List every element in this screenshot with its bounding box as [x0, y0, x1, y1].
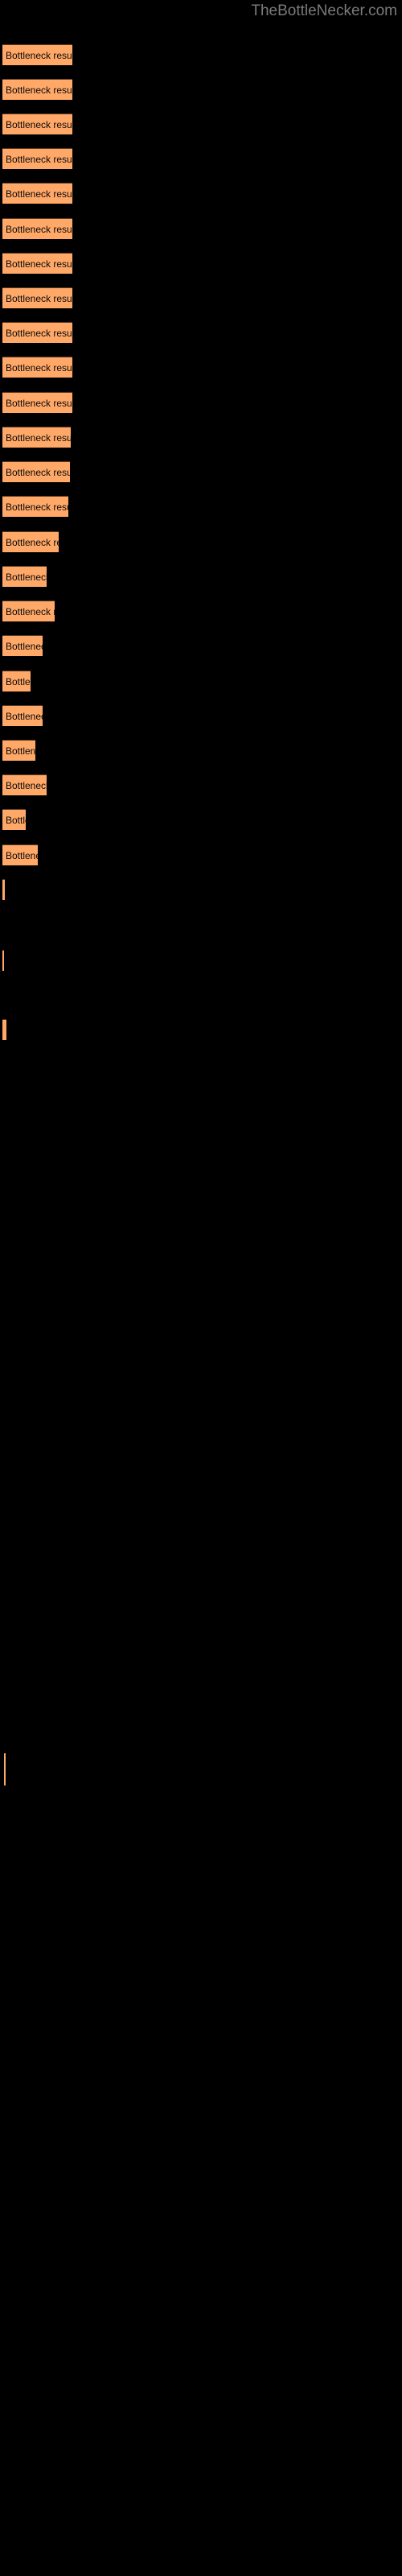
bar-row: Bottleneck result — [0, 322, 402, 343]
bar-bottleneck-result[interactable]: Bottleneck result — [2, 392, 72, 413]
bar-label: Bottleneck result — [6, 85, 72, 96]
bar-bottleneck-result[interactable]: Bottleneck result — [2, 671, 31, 691]
bar-row: Bottleneck result — [0, 183, 402, 204]
bar-row: Bottleneck result — [0, 671, 402, 691]
bar-row: Bottleneck result — [0, 740, 402, 761]
bar-row: Bottleneck result — [0, 809, 402, 830]
bar-label: Bottleneck result — [6, 850, 38, 861]
bar-label: Bottleneck result — [6, 780, 47, 791]
bar-row: Bottleneck result — [0, 844, 402, 865]
bar-bottleneck-result[interactable]: Bottleneck result — [2, 218, 72, 239]
bar-bottleneck-result[interactable]: Bottleneck result — [2, 950, 4, 971]
bar-row: Bottleneck result — [0, 950, 402, 971]
bar-row: Bottleneck result — [0, 114, 402, 134]
bar-label: Bottleneck result — [6, 258, 72, 270]
bar-bottleneck-result[interactable]: Bottleneck result — [2, 844, 38, 865]
bar-bottleneck-result[interactable]: Bottleneck result — [2, 496, 68, 517]
bar-bottleneck-result[interactable]: Bottleneck result — [2, 531, 59, 552]
bar-label: Bottleneck result — [6, 362, 72, 374]
bar-row: Bottleneck result — [0, 287, 402, 308]
bar-label: Bottleneck result — [6, 745, 35, 757]
bar-row: Bottleneck result — [0, 461, 402, 482]
bar-bottleneck-result[interactable]: Bottleneck result — [2, 322, 72, 343]
bar-label: Bottleneck result — [6, 815, 26, 826]
bar-bottleneck-result[interactable]: Bottleneck result — [2, 183, 72, 204]
bar-row: Bottleneck result — [0, 79, 402, 100]
bar-label: Bottleneck result — [6, 641, 43, 652]
bar-bottleneck-result[interactable]: Bottleneck result — [2, 879, 5, 900]
bar-row: Bottleneck result — [0, 357, 402, 378]
bar-row: Bottleneck result — [0, 218, 402, 239]
bar-label: Bottleneck result — [6, 119, 72, 130]
bar-label: Bottleneck result — [6, 467, 70, 478]
bar-bottleneck-result[interactable]: Bottleneck result — [2, 705, 43, 726]
bar-label: Bottleneck result — [6, 293, 72, 304]
bar-row: Bottleneck result — [0, 496, 402, 517]
bar-label: Bottleneck result — [6, 398, 72, 409]
bar-row: Bottleneck result — [0, 635, 402, 656]
bar-label: Bottleneck result — [6, 224, 72, 235]
bar-bottleneck-result[interactable]: Bottleneck result — [2, 148, 72, 169]
bar-row: Bottleneck result — [0, 148, 402, 169]
bar-bottleneck-result[interactable]: Bottleneck result — [2, 114, 72, 134]
bar-row: Bottleneck result — [0, 566, 402, 587]
bar-row: Bottleneck result — [0, 427, 402, 448]
bar-bottleneck-result[interactable]: Bottleneck result — [2, 79, 72, 100]
bar-bottleneck-result[interactable]: Bottleneck result — [2, 287, 72, 308]
bar-bottleneck-result[interactable]: Bottleneck result — [2, 601, 55, 621]
bar-label: Bottleneck result — [6, 711, 43, 722]
bar-bottleneck-result[interactable]: Bottleneck result — [2, 566, 47, 587]
bar-bottleneck-result[interactable]: Bottleneck result — [2, 461, 70, 482]
bar-row: Bottleneck result — [0, 601, 402, 621]
bar-bottleneck-result[interactable]: Bottleneck result — [2, 740, 35, 761]
bar-label: Bottleneck result — [6, 432, 71, 444]
bar-label: Bottleneck result — [6, 328, 72, 339]
bar-label: Bottleneck result — [6, 606, 55, 617]
bar-row: Bottleneck result — [0, 531, 402, 552]
bar-row: Bottleneck result — [0, 44, 402, 65]
bar-bottleneck-result[interactable]: Bottleneck result — [2, 44, 72, 65]
bar-bottleneck-result[interactable]: Bottleneck result — [2, 809, 26, 830]
bar-row: Bottleneck result — [0, 774, 402, 795]
bar-row: Bottleneck result — [0, 879, 402, 900]
bar-label: Bottleneck result — [6, 676, 31, 687]
bar-row: Bottleneck result — [0, 1019, 402, 1040]
bar-bottleneck-result[interactable]: Bottleneck result — [2, 635, 43, 656]
bar-row: Bottleneck result — [0, 253, 402, 274]
bar-row: Bottleneck result — [0, 705, 402, 726]
axis-tick-mark — [4, 1753, 6, 1785]
bottleneck-bar-chart: Bottleneck result Bottleneck result Bottle… — [0, 0, 402, 2576]
bar-bottleneck-result[interactable]: Bottleneck result — [2, 253, 72, 274]
bar-label: Bottleneck result — [6, 502, 68, 513]
bar-label: Bottleneck result — [6, 572, 47, 583]
bar-row: Bottleneck result — [0, 392, 402, 413]
bar-label: Bottleneck result — [6, 154, 72, 165]
bar-label: Bottleneck result — [6, 537, 59, 548]
bar-bottleneck-result[interactable]: Bottleneck result — [2, 774, 47, 795]
page-root: TheBottleNecker.com Bottleneck result Bot… — [0, 0, 402, 2576]
bar-label: Bottleneck result — [6, 50, 72, 61]
bar-bottleneck-result[interactable]: Bottleneck result — [2, 357, 72, 378]
bar-label: Bottleneck result — [6, 188, 72, 200]
bar-bottleneck-result[interactable]: Bottleneck result — [2, 1019, 6, 1040]
bar-bottleneck-result[interactable]: Bottleneck result — [2, 427, 71, 448]
